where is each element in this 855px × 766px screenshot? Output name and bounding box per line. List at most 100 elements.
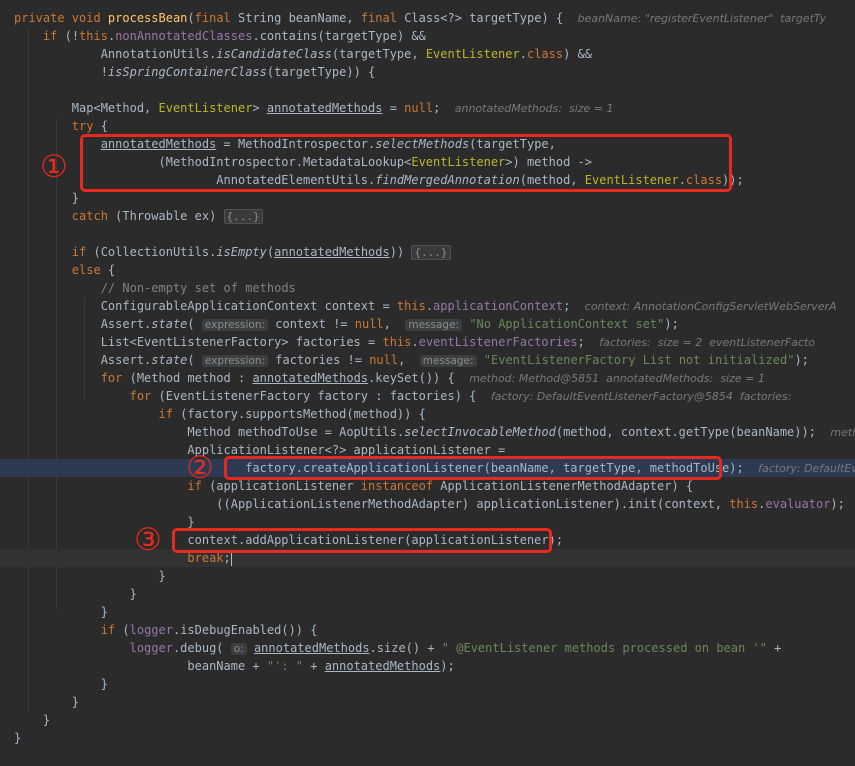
code-line[interactable]: if (!this.nonAnnotatedClasses.contains(t… bbox=[0, 27, 855, 45]
code-line[interactable]: Assert.state( expression: context != nul… bbox=[0, 315, 855, 333]
code-token: , bbox=[383, 317, 406, 331]
code-token: .contains(targetType) && bbox=[252, 29, 426, 43]
code-token: (method, context.getType(beanName)); bbox=[555, 425, 831, 439]
code-line[interactable]: catch (Throwable ex) {...} bbox=[0, 207, 855, 225]
code-line[interactable]: logger.debug( o: annotatedMethods.size()… bbox=[0, 639, 855, 657]
code-token: break bbox=[187, 551, 224, 565]
annotation-box-add-listener bbox=[172, 528, 552, 553]
code-line[interactable]: else { bbox=[0, 261, 855, 279]
code-line[interactable]: } bbox=[0, 585, 855, 603]
debug-inline-value: beanName: "registerEventListener" target… bbox=[577, 12, 827, 25]
code-line[interactable]: AnnotationUtils.isCandidateClass(targetT… bbox=[0, 45, 855, 63]
code-token: null bbox=[354, 317, 384, 331]
code-token: "': " bbox=[266, 659, 303, 673]
code-token: ApplicationListener<?> applicationListen… bbox=[14, 443, 506, 457]
code-token: annotatedMethods bbox=[324, 659, 441, 673]
code-line[interactable]: Map<Method, EventListener> annotatedMeth… bbox=[0, 99, 855, 117]
debug-inline-value: methodTo bbox=[830, 426, 855, 439]
code-token: Method methodToUse = AopUtils. bbox=[14, 425, 405, 439]
code-line[interactable]: for (Method method : annotatedMethods.ke… bbox=[0, 369, 855, 387]
code-line[interactable]: } bbox=[0, 675, 855, 693]
code-line[interactable]: for (EventListenerFactory factory : fact… bbox=[0, 387, 855, 405]
code-token: selectInvocableMethod bbox=[404, 425, 556, 439]
code-line[interactable] bbox=[0, 81, 855, 99]
code-line[interactable]: } bbox=[0, 603, 855, 621]
code-token: (! bbox=[64, 29, 80, 43]
code-token: .debug( bbox=[172, 641, 231, 655]
code-line[interactable]: ConfigurableApplicationContext context =… bbox=[0, 297, 855, 315]
code-token: isSpringContainerClass bbox=[107, 65, 267, 79]
code-line[interactable]: List<EventListenerFactory> factories = t… bbox=[0, 333, 855, 351]
code-token: ConfigurableApplicationContext context = bbox=[14, 299, 397, 313]
code-line[interactable]: } bbox=[0, 711, 855, 729]
code-token: } bbox=[14, 587, 137, 601]
code-line[interactable]: } bbox=[0, 567, 855, 585]
code-token: ! bbox=[14, 65, 108, 79]
code-token: Assert. bbox=[14, 353, 152, 367]
code-line[interactable]: // Non-empty set of methods bbox=[0, 279, 855, 297]
code-line[interactable]: if (CollectionUtils.isEmpty(annotatedMet… bbox=[0, 243, 855, 261]
code-token: . bbox=[425, 299, 434, 313]
debug-inline-value: annotatedMethods: size = 1 bbox=[454, 102, 614, 115]
parameter-hint: expression: bbox=[201, 319, 269, 331]
code-token: ( bbox=[187, 353, 202, 367]
parameter-hint: o: bbox=[230, 643, 247, 655]
code-token: . bbox=[519, 47, 527, 61]
code-token: + bbox=[766, 641, 782, 655]
code-token: else bbox=[71, 263, 108, 277]
code-token: this bbox=[729, 497, 759, 511]
code-line[interactable]: try { bbox=[0, 117, 855, 135]
code-editor[interactable]: private void processBean(final String be… bbox=[0, 0, 855, 766]
code-line[interactable] bbox=[0, 225, 855, 243]
code-token: eventListenerFactories bbox=[418, 335, 578, 349]
code-line[interactable]: !isSpringContainerClass(targetType)) { bbox=[0, 63, 855, 81]
code-line[interactable]: beanName + "': " + annotatedMethods); bbox=[0, 657, 855, 675]
code-line[interactable]: } bbox=[0, 693, 855, 711]
code-line[interactable]: Method methodToUse = AopUtils.selectInvo… bbox=[0, 423, 855, 441]
code-token: state bbox=[151, 317, 188, 331]
text-caret bbox=[230, 551, 232, 566]
code-token: for bbox=[129, 389, 159, 403]
folded-code[interactable]: {...} bbox=[411, 245, 451, 260]
code-token: class bbox=[526, 47, 564, 61]
code-line[interactable]: if (logger.isDebugEnabled()) { bbox=[0, 621, 855, 639]
code-token: Assert. bbox=[14, 317, 152, 331]
code-line[interactable]: Assert.state( expression: factories != n… bbox=[0, 351, 855, 369]
code-token: logger bbox=[129, 623, 173, 637]
code-line[interactable]: if (factory.supportsMethod(method)) { bbox=[0, 405, 855, 423]
code-token: this bbox=[79, 29, 108, 43]
code-token: (Throwable ex) bbox=[115, 209, 224, 223]
code-line[interactable]: ((ApplicationListenerMethodAdapter) appl… bbox=[0, 495, 855, 513]
code-token: EventListener bbox=[158, 101, 253, 115]
code-token: (Method method : bbox=[129, 371, 253, 385]
code-line[interactable]: private void processBean(final String be… bbox=[0, 9, 855, 27]
code-line[interactable]: } bbox=[0, 729, 855, 747]
parameter-hint: expression: bbox=[201, 355, 269, 367]
code-token: if bbox=[71, 245, 94, 259]
folded-code[interactable]: {...} bbox=[223, 209, 263, 224]
code-token: .keySet()) { bbox=[368, 371, 470, 385]
code-token: "No ApplicationContext set" bbox=[469, 317, 665, 331]
code-token: (targetType, bbox=[331, 47, 426, 61]
code-token: ); bbox=[830, 497, 845, 511]
annotation-marker-3: ③ bbox=[134, 522, 162, 558]
code-token: } bbox=[14, 191, 80, 205]
code-token: instanceof bbox=[360, 479, 441, 493]
code-token: ); bbox=[440, 659, 455, 673]
code-token: processBean bbox=[107, 11, 188, 25]
code-token: nonAnnotatedClasses bbox=[115, 29, 253, 43]
code-token: ); bbox=[664, 317, 679, 331]
code-token: ( bbox=[122, 623, 130, 637]
code-token: } bbox=[14, 569, 166, 583]
code-token: (CollectionUtils. bbox=[93, 245, 217, 259]
code-token: Map<Method, bbox=[14, 101, 159, 115]
code-token: (EventListenerFactory factory : factorie… bbox=[158, 389, 491, 403]
code-token: this bbox=[382, 335, 412, 349]
